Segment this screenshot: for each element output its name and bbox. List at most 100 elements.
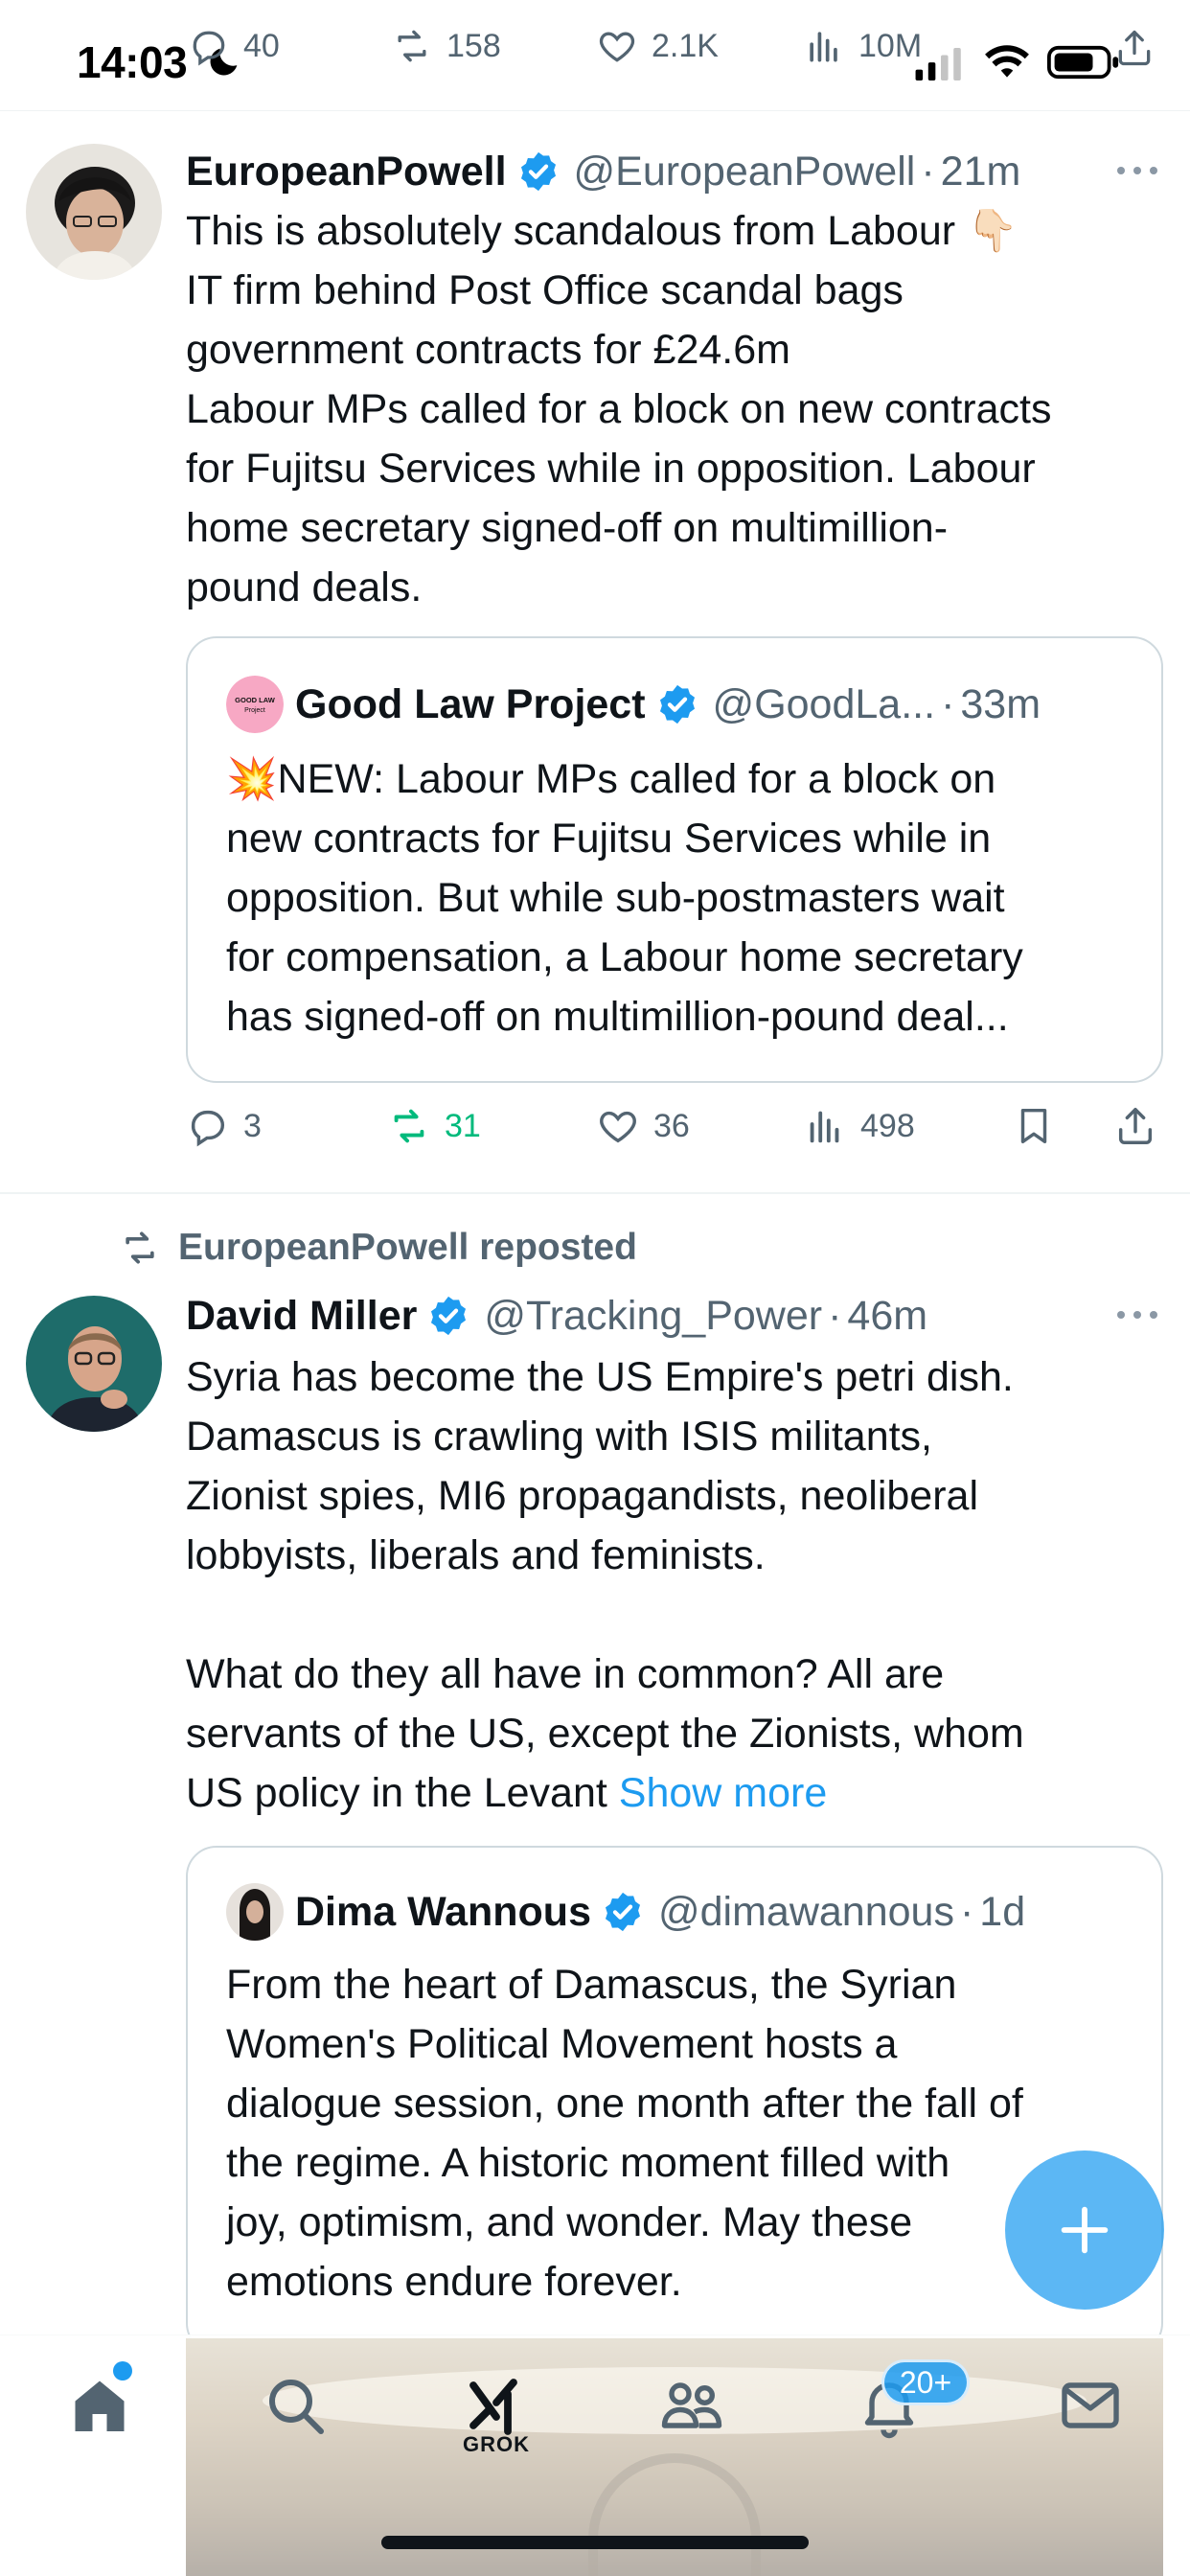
views-icon [810,1111,839,1143]
repost-context[interactable]: EuropeanPowell reposted [119,1227,637,1269]
verified-badge-icon [605,1892,641,1932]
tweet-divider [0,1192,1190,1194]
grok-icon [469,2379,517,2435]
show-more-link[interactable]: Show more [619,1770,827,1816]
nav-communities[interactable] [653,2367,730,2444]
tweet-text-line: lobbyists, liberals and feminists. [186,1532,766,1578]
quoted-text-line: From the heart of Damascus, the Syrian [226,1962,957,2008]
tweet-text-line: This is absolutely scandalous from Labou… [186,208,1018,254]
plus-icon [1061,2206,1109,2254]
avatar[interactable] [26,144,162,280]
share-icon [1118,1108,1153,1144]
repost-icon [398,30,426,62]
header-views-count: 10M [858,27,923,64]
views-button[interactable]: 498 [803,1104,915,1148]
repost-icon [394,1109,424,1143]
more-options-icon[interactable] [1113,1305,1161,1324]
verified-badge-icon [520,151,556,192]
quoted-text-line: has signed-off on multimillion-pound dea… [226,994,1009,1040]
reply-count: 3 [243,1107,262,1144]
heart-icon [600,1111,636,1143]
separator-dot: · [959,1888,974,1935]
author-handle[interactable]: @Tracking_Power [484,1293,822,1340]
repost-count: 31 [445,1107,481,1144]
cell-signal-icon [915,48,961,80]
tweet-text: This is absolutely scandalous from Labou… [186,201,1163,617]
more-options-icon[interactable] [1113,161,1161,180]
tweet-text-line: pound deals. [186,564,423,610]
author-name[interactable]: EuropeanPowell [186,149,507,196]
quoted-text-line: new contracts for Fujitsu Services while… [226,816,992,862]
verified-badge-icon [659,684,695,724]
tweet-text-line: Syria has become the US Empire's petri d… [186,1354,1014,1400]
header-reply-count: 40 [243,27,280,64]
timestamp[interactable]: 21m [941,149,1021,196]
tweet-actions: 3 31 36 498 [186,1104,1163,1162]
nav-messages[interactable] [1052,2367,1129,2444]
tweet-text-line: government contracts for £24.6m [186,327,790,373]
heart-icon [599,32,635,62]
reply-icon [193,31,225,66]
repost-icon [126,1231,154,1264]
quoted-tweet[interactable]: GOOD LAW Project Good Law Project @GoodL… [186,636,1163,1083]
share-button[interactable] [1113,1104,1157,1148]
home-indicator[interactable] [381,2536,809,2549]
quoted-tweet-text: From the heart of Damascus, the Syrian W… [226,1955,1146,2312]
quoted-text-line: the regime. A historic moment filled wit… [226,2140,950,2186]
quoted-timestamp: 1d [979,1888,1026,1935]
quoted-avatar-image [226,1883,284,1941]
reply-button[interactable]: 3 [186,1104,262,1148]
quoted-text-line: for compensation, a Labour home secretar… [226,934,1023,980]
nav-search[interactable] [257,2367,333,2444]
header-reply-stat[interactable]: 40 [188,25,280,67]
header-repost-stat[interactable]: 158 [391,25,501,67]
tweet-text-line: Damascus is crawling with ISIS militants… [186,1414,932,1460]
tweet-text-line: IT firm behind Post Office scandal bags [186,267,904,313]
quoted-author-handle: @GoodLa... [712,680,936,727]
status-bar: 14:03 40 158 2.1K 10M [0,0,1190,111]
reply-icon [191,1110,224,1147]
reposted-by-label: EuropeanPowell reposted [178,1227,637,1268]
bookmark-button[interactable] [1012,1104,1056,1148]
tweet-david-miller[interactable]: David Miller @Tracking_Power · 46m Syria… [0,1286,1190,2354]
tweet-header: David Miller @Tracking_Power · 46m [186,1286,927,1346]
quoted-text-line: 💥NEW: Labour MPs called for a block on [226,756,996,802]
header-share-icon[interactable] [1113,27,1156,69]
tweet-text-line: home secretary signed-off on multimillio… [186,505,949,551]
quoted-author-name: Good Law Project [295,680,646,727]
like-count: 36 [653,1107,690,1144]
tweet-text-line: Labour MPs called for a block on new con… [186,386,1052,432]
author-name[interactable]: David Miller [186,1293,417,1340]
tweet-europeanpowell[interactable]: EuropeanPowell @EuropeanPowell · 21m Thi… [0,142,1190,1192]
separator-dot: · [941,680,955,727]
quoted-tweet-header: GOOD LAW Project Good Law Project @GoodL… [226,675,1041,734]
status-time: 14:03 [77,37,188,87]
home-icon [75,2380,125,2431]
quoted-timestamp: 33m [960,680,1041,727]
author-handle[interactable]: @EuropeanPowell [574,149,916,196]
wifi-icon [985,45,1029,78]
timestamp[interactable]: 46m [847,1293,927,1340]
compose-button[interactable] [1005,2150,1164,2310]
tweet-text: Syria has become the US Empire's petri d… [186,1347,1163,1823]
header-views-stat[interactable]: 10M [803,25,922,67]
tweet-text-line: US policy in the Levant [186,1770,619,1816]
header-like-count: 2.1K [652,27,719,64]
svg-text:GOOD LAW: GOOD LAW [235,696,276,704]
notifications-badge: 20+ [881,2359,970,2405]
avatar[interactable] [26,1296,162,1432]
communities-icon [661,2382,722,2428]
mail-icon [1062,2382,1119,2428]
separator-dot: · [828,1292,842,1339]
grok-label: GROK [463,2432,530,2456]
quoted-author-name: Dima Wannous [295,1888,591,1935]
quoted-text-line: opposition. But while sub-postmasters wa… [226,875,1005,921]
like-button[interactable]: 36 [596,1104,690,1148]
battery-icon [1047,45,1119,80]
repost-button[interactable]: 31 [387,1104,481,1148]
header-like-stat[interactable]: 2.1K [596,25,719,67]
tweet-text-line: Zionist spies, MI6 propagandists, neolib… [186,1473,978,1519]
quoted-avatar [226,1883,284,1941]
quoted-tweet[interactable]: Dima Wannous @dimawannous · 1d From the … [186,1846,1163,2354]
